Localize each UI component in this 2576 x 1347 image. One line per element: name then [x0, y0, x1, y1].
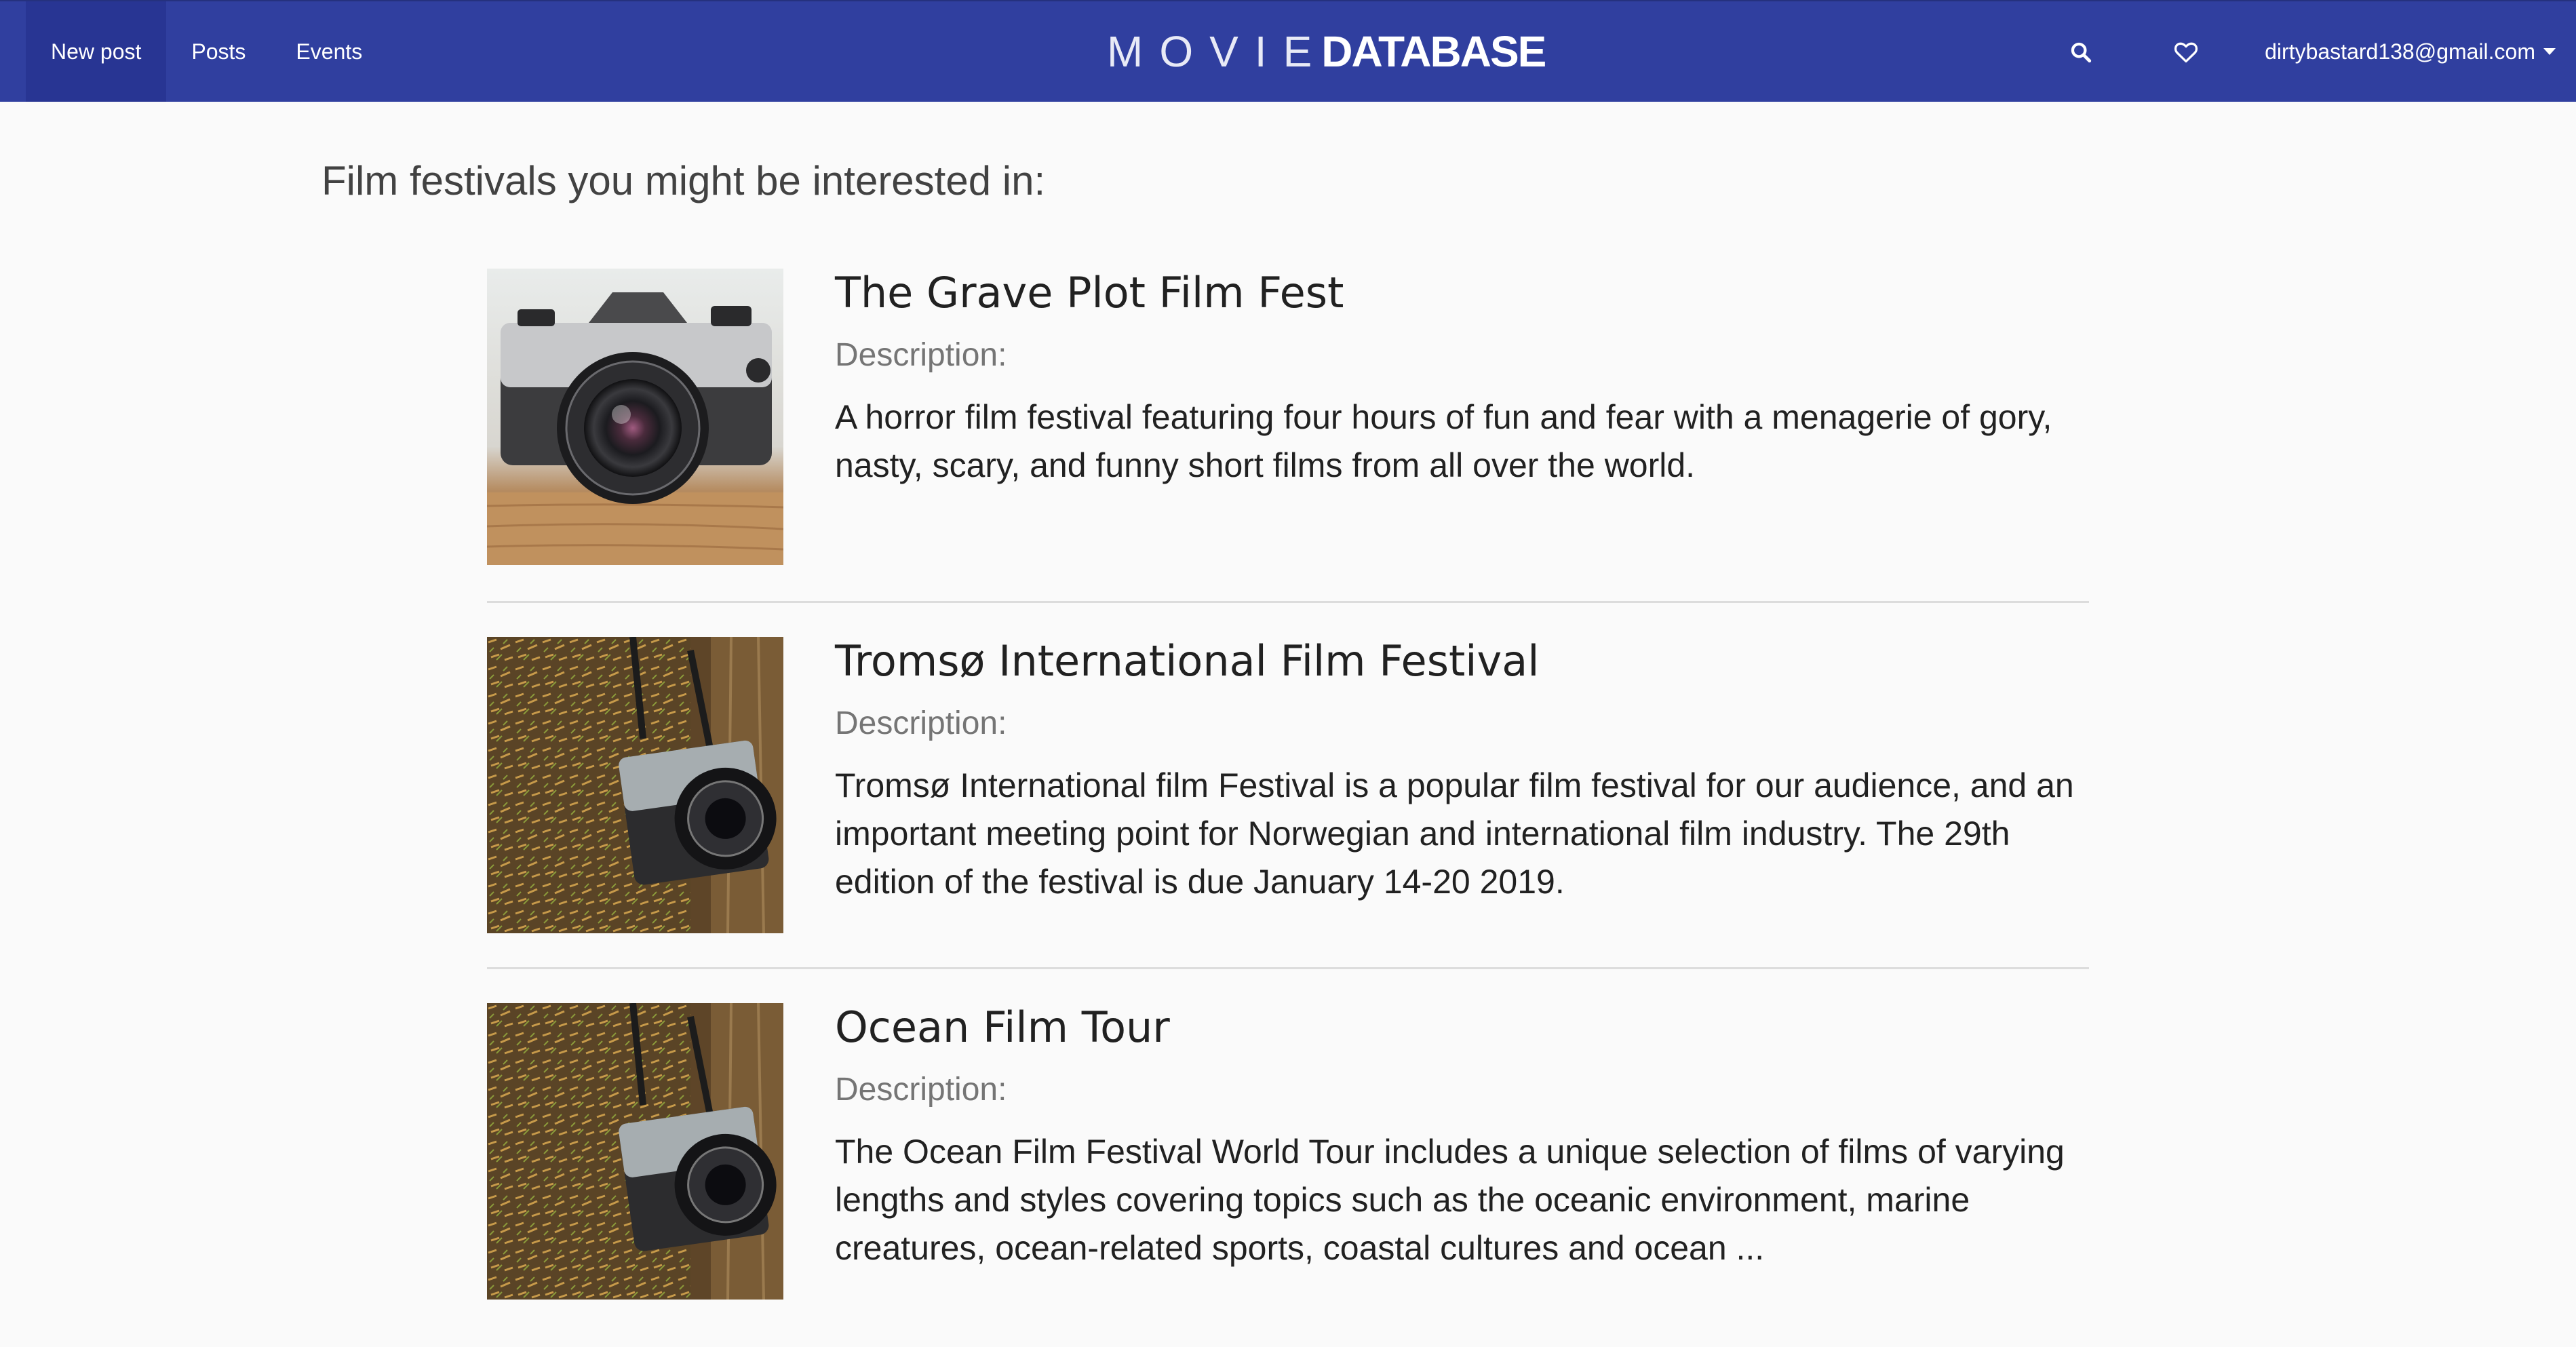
user-menu-dropdown[interactable]: dirtybastard138@gmail.com — [2265, 1, 2556, 102]
event-card: Tromsø International Film Festival Descr… — [487, 601, 2089, 967]
event-description: The Ocean Film Festival World Tour inclu… — [835, 1133, 2065, 1267]
heart-icon[interactable] — [2169, 35, 2203, 69]
event-list: The Grave Plot Film Fest Description: A … — [487, 269, 2089, 1347]
event-title[interactable]: Ocean Film Tour — [835, 1003, 2089, 1052]
event-title[interactable]: Tromsø International Film Festival — [835, 637, 2089, 686]
description-label: Description: — [835, 705, 1007, 741]
user-email: dirtybastard138@gmail.com — [2265, 39, 2535, 64]
chevron-down-icon — [2543, 48, 2556, 55]
event-card: Ocean Film Tour Description: The Ocean F… — [487, 967, 2089, 1347]
brand-logo[interactable]: MOVIE DATABASE — [1107, 27, 1546, 76]
page-title: Film festivals you might be interested i… — [321, 158, 1046, 203]
event-body: Ocean Film Tour Description: The Ocean F… — [835, 1003, 2089, 1272]
nav-links: New post Posts Events — [26, 1, 387, 102]
event-body: Tromsø International Film Festival Descr… — [835, 637, 2089, 906]
event-image-camera-hanging[interactable] — [487, 1003, 783, 1300]
event-image-camera-hanging[interactable] — [487, 637, 783, 933]
event-body: The Grave Plot Film Fest Description: A … — [835, 269, 2089, 490]
event-title[interactable]: The Grave Plot Film Fest — [835, 269, 2089, 317]
top-navbar: New post Posts Events MOVIE DATABASE dir… — [0, 0, 2576, 102]
event-card: The Grave Plot Film Fest Description: A … — [487, 269, 2089, 601]
event-description: Tromsø International film Festival is a … — [835, 766, 2074, 901]
nav-events[interactable]: Events — [271, 1, 387, 102]
description-label: Description: — [835, 337, 1007, 373]
nav-posts[interactable]: Posts — [166, 1, 271, 102]
nav-new-post[interactable]: New post — [26, 1, 167, 102]
event-image-camera-closeup[interactable] — [487, 269, 783, 565]
description-label: Description: — [835, 1072, 1007, 1108]
event-description: A horror film festival featuring four ho… — [835, 398, 2052, 484]
brand-bold-text: DATABASE — [1321, 27, 1546, 76]
search-icon[interactable] — [2064, 35, 2098, 69]
brand-light-text: MOVIE — [1107, 27, 1329, 76]
